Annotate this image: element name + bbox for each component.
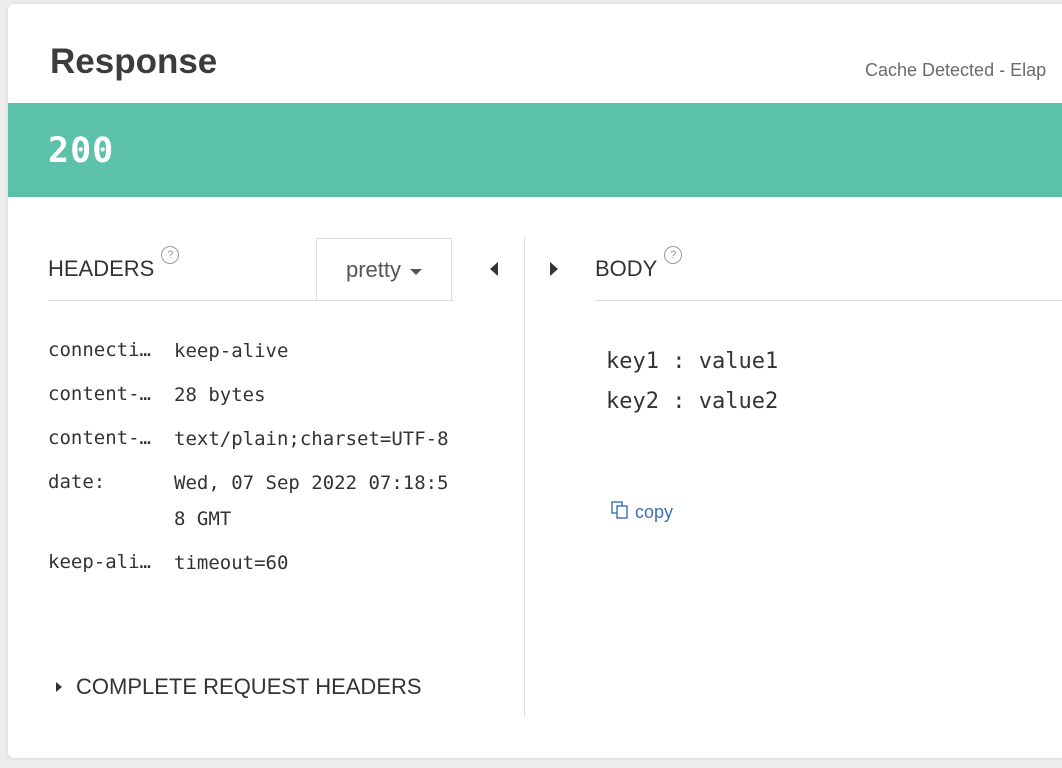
panel-divider bbox=[524, 237, 525, 717]
format-select-value: pretty bbox=[345, 256, 402, 282]
header-row: content-… text/plain;charset=UTF-8 bbox=[48, 422, 458, 457]
headers-table: connecti… keep-alive content-… 28 bytes … bbox=[48, 334, 458, 590]
body-title-label: BODY bbox=[595, 256, 658, 281]
caret-left-icon bbox=[490, 262, 498, 276]
body-content: key1 : value1 key2 : value2 bbox=[606, 342, 778, 422]
header-row: keep-ali… timeout=60 bbox=[48, 546, 458, 581]
copy-label: copy bbox=[635, 502, 674, 522]
header-row: content-… 28 bytes bbox=[48, 378, 458, 413]
cache-note: Cache Detected - Elap bbox=[865, 60, 1047, 80]
expand-body-button[interactable] bbox=[546, 258, 562, 280]
caret-right-icon bbox=[550, 262, 558, 276]
header-value: 28 bytes bbox=[174, 384, 266, 406]
status-code: 200 bbox=[48, 131, 115, 171]
body-underline bbox=[595, 300, 1062, 301]
header-value: keep-alive bbox=[174, 340, 289, 362]
body-section-title: BODY? bbox=[595, 246, 683, 282]
header-key: keep-ali… bbox=[48, 551, 151, 573]
collapse-headers-button[interactable] bbox=[486, 258, 502, 280]
status-bar: 200 bbox=[8, 103, 1062, 197]
response-card: Response Cache Detected - Elap 200 HEADE… bbox=[8, 4, 1062, 758]
body-line: key1 : value1 bbox=[606, 349, 779, 374]
body-line: key2 : value2 bbox=[606, 389, 779, 414]
help-icon[interactable]: ? bbox=[161, 246, 180, 264]
complete-request-headers-label: COMPLETE REQUEST HEADERS bbox=[76, 674, 422, 699]
header-value: timeout=60 bbox=[174, 552, 289, 574]
headers-underline bbox=[48, 300, 454, 301]
header-key: date: bbox=[48, 471, 106, 493]
header-value: text/plain;charset=UTF-8 bbox=[174, 428, 449, 450]
headers-title-label: HEADERS bbox=[48, 256, 155, 281]
response-title: Response bbox=[50, 42, 218, 81]
help-icon[interactable]: ? bbox=[664, 246, 683, 264]
header-key: connecti… bbox=[48, 339, 151, 361]
copy-button[interactable]: copy bbox=[610, 500, 673, 525]
header-value: Wed, 07 Sep 2022 07:18:58 GMT bbox=[174, 472, 449, 530]
copy-icon bbox=[610, 500, 630, 525]
complete-request-headers-toggle[interactable]: COMPLETE REQUEST HEADERS bbox=[56, 674, 422, 700]
format-select[interactable]: pretty bbox=[316, 238, 452, 300]
header-row: date: Wed, 07 Sep 2022 07:18:58 GMT bbox=[48, 466, 458, 537]
headers-section-title: HEADERS? bbox=[48, 246, 180, 282]
header-key: content-… bbox=[48, 383, 151, 405]
header-row: connecti… keep-alive bbox=[48, 334, 458, 369]
header-key: content-… bbox=[48, 427, 151, 449]
caret-right-icon bbox=[56, 682, 62, 692]
chevron-down-icon bbox=[410, 268, 423, 275]
